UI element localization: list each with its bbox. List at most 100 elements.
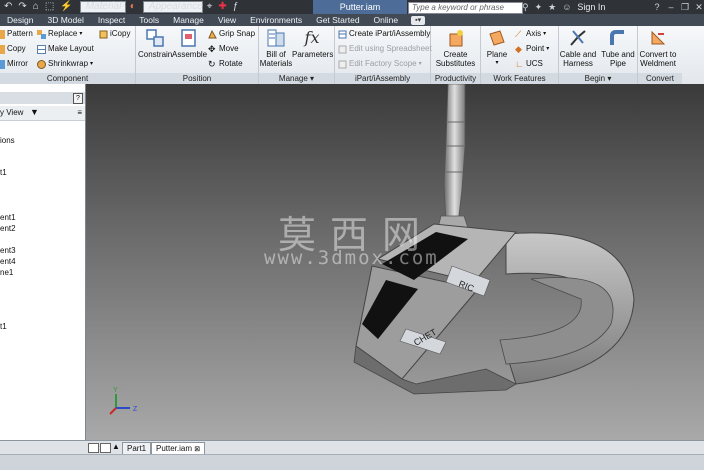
tab-online[interactable]: Online bbox=[367, 14, 406, 26]
icopy-label: iCopy bbox=[110, 29, 131, 38]
ribbon-minimize-icon[interactable]: ▪▾ bbox=[411, 15, 426, 25]
create-substitutes-button[interactable]: Create Substitutes bbox=[433, 28, 478, 68]
browser-view-bar: y View ▼ ≡ bbox=[0, 106, 85, 121]
browser-help-icon[interactable]: ? bbox=[73, 93, 83, 104]
shrinkwrap-label: Shrinkwrap bbox=[48, 59, 89, 68]
ucs-label: UCS bbox=[526, 59, 543, 68]
weldment-label-2: Weldment bbox=[640, 59, 676, 68]
star-icon[interactable]: ★ bbox=[548, 2, 556, 13]
assemble-icon bbox=[181, 29, 196, 47]
tab-get-started[interactable]: Get Started bbox=[309, 14, 366, 26]
axis-button[interactable]: ⟋ Axis ▾ bbox=[515, 29, 546, 39]
browser-view-label[interactable]: y View bbox=[0, 108, 23, 117]
panel-begin: Cable and Harness Tube and Pipe Begin ▾ bbox=[559, 26, 638, 84]
adjust-icon[interactable]: ✚ bbox=[216, 0, 228, 14]
icopy-icon bbox=[99, 30, 108, 38]
browser-header: ? bbox=[0, 92, 85, 104]
browser-item[interactable]: ne1 bbox=[0, 268, 13, 277]
appearance-combo[interactable]: Appearance ▾ bbox=[142, 1, 210, 13]
tab-putter-iam[interactable]: Putter.iam ⊠ bbox=[151, 442, 206, 454]
weldment-label-1: Convert to bbox=[639, 50, 677, 59]
tools-icon[interactable]: ✦ bbox=[535, 2, 543, 13]
mirror-button[interactable]: Mirror bbox=[0, 59, 28, 69]
cascade-windows-icon[interactable] bbox=[100, 443, 111, 453]
browser-item[interactable]: t1 bbox=[0, 322, 7, 331]
tab-view[interactable]: View bbox=[211, 14, 243, 26]
document-title-tab[interactable]: Putter.iam bbox=[313, 0, 407, 14]
create-substitutes-label-2: Substitutes bbox=[435, 59, 476, 68]
rotate-button[interactable]: ↻ Rotate bbox=[208, 59, 243, 69]
convert-to-weldment-button[interactable]: Convert to Weldment bbox=[638, 28, 678, 68]
tube-pipe-icon bbox=[610, 30, 624, 45]
tab-design[interactable]: Design bbox=[0, 14, 40, 26]
fx-icon[interactable]: ƒ bbox=[231, 0, 241, 14]
status-bar bbox=[0, 454, 704, 470]
binoculars-icon[interactable]: ⚲ bbox=[522, 2, 529, 13]
help-search-input[interactable]: Type a keyword or phrase bbox=[408, 2, 523, 14]
help-icon[interactable]: ? bbox=[650, 0, 664, 14]
graphics-viewport[interactable]: RIC CHET Y Z 莫西网 www.3dmox.com bbox=[86, 84, 704, 440]
tube-label-1: Tube and bbox=[601, 50, 635, 59]
close-icon[interactable]: ✕ bbox=[692, 0, 704, 14]
create-substitutes-label-1: Create bbox=[443, 50, 468, 59]
icopy-button[interactable]: iCopy bbox=[99, 29, 130, 39]
document-tabs-bar: ▲ Part1 Putter.iam ⊠ bbox=[0, 440, 704, 454]
create-substitutes-icon bbox=[449, 30, 463, 47]
grip-snap-button[interactable]: Grip Snap bbox=[208, 29, 255, 39]
user-icon[interactable]: ☺ bbox=[562, 2, 571, 12]
tile-windows-icon[interactable] bbox=[88, 443, 99, 453]
replace-button[interactable]: Replace ▾ bbox=[37, 29, 82, 39]
edit-factory-scope-button[interactable]: Edit Factory Scope ▾ bbox=[338, 59, 422, 69]
move-button[interactable]: ✥ Move bbox=[208, 44, 239, 54]
sign-in-link[interactable]: Sign In bbox=[577, 2, 605, 12]
cable-harness-button[interactable]: Cable and Harness bbox=[559, 28, 597, 68]
rotate-icon: ↻ bbox=[208, 58, 216, 69]
shrinkwrap-button[interactable]: Shrinkwrap ▾ bbox=[37, 59, 93, 69]
tab-tools[interactable]: Tools bbox=[132, 14, 166, 26]
redo-icon[interactable]: ↷ bbox=[16, 0, 28, 14]
make-layout-button[interactable]: Make Layout bbox=[37, 44, 94, 54]
axis-z-label: Z bbox=[133, 406, 138, 413]
constrain-button[interactable]: Constrain bbox=[138, 28, 172, 59]
parameters-button[interactable]: fx Parameters bbox=[292, 28, 333, 59]
tab-3d-model[interactable]: 3D Model bbox=[40, 14, 90, 26]
edit-factory-scope-label: Edit Factory Scope bbox=[349, 59, 417, 68]
tab-close-icon[interactable]: ⊠ bbox=[194, 446, 200, 453]
browser-item[interactable]: ent2 bbox=[0, 224, 16, 233]
browser-item[interactable]: t1 bbox=[0, 168, 7, 177]
tab-part1[interactable]: Part1 bbox=[122, 442, 152, 454]
browser-item[interactable]: ent1 bbox=[0, 213, 16, 222]
plane-button[interactable]: Plane ▾ bbox=[484, 28, 510, 68]
measure-icon[interactable]: ⌖ bbox=[205, 0, 215, 14]
tab-environments[interactable]: Environments bbox=[243, 14, 309, 26]
tab-menu-icon[interactable]: ▲ bbox=[112, 443, 121, 451]
minimize-icon[interactable]: – bbox=[664, 0, 678, 14]
tab-putter-label: Putter.iam bbox=[156, 444, 193, 453]
undo-icon[interactable]: ↶ bbox=[2, 0, 14, 14]
point-button[interactable]: ◆ Point ▾ bbox=[515, 44, 549, 54]
create-ipart-button[interactable]: Create iPart/iAssembly bbox=[338, 29, 430, 39]
browser-menu-icon[interactable]: ≡ bbox=[77, 108, 82, 117]
tube-pipe-button[interactable]: Tube and Pipe bbox=[599, 28, 637, 68]
bill-of-materials-button[interactable]: Bill of Materials bbox=[259, 28, 293, 68]
browser-item[interactable]: ent4 bbox=[0, 257, 16, 266]
tab-inspect[interactable]: Inspect bbox=[91, 14, 132, 26]
restore-icon[interactable]: ❐ bbox=[678, 0, 692, 14]
color-icon[interactable]: ◐ bbox=[128, 0, 138, 14]
select-icon[interactable]: ⬚ bbox=[43, 0, 56, 14]
update-icon[interactable]: ⚡ bbox=[58, 0, 74, 14]
browser-item[interactable]: ions bbox=[0, 136, 15, 145]
ribbon: Pattern Copy Mirror Replace ▾ Make Layout… bbox=[0, 26, 704, 85]
copy-button[interactable]: Copy bbox=[0, 44, 26, 54]
browser-item[interactable]: ent3 bbox=[0, 246, 16, 255]
move-icon: ✥ bbox=[208, 43, 216, 54]
assemble-button[interactable]: Assemble bbox=[172, 28, 207, 59]
quick-access-toolbar: ↶ ↷ ⌂ ⬚ ⚡ Material ▾ ◐ Appearance ▾ ⌖ ✚ ƒ bbox=[0, 0, 240, 14]
material-combo[interactable]: Material ▾ bbox=[79, 1, 129, 13]
edit-spreadsheet-button[interactable]: Edit using Spreadsheet bbox=[338, 44, 432, 54]
home-icon[interactable]: ⌂ bbox=[31, 0, 41, 14]
ucs-button[interactable]: ∟ UCS bbox=[515, 59, 543, 69]
filter-icon[interactable]: ▼ bbox=[30, 107, 39, 117]
tab-manage[interactable]: Manage bbox=[166, 14, 211, 26]
pattern-button[interactable]: Pattern bbox=[0, 29, 33, 39]
